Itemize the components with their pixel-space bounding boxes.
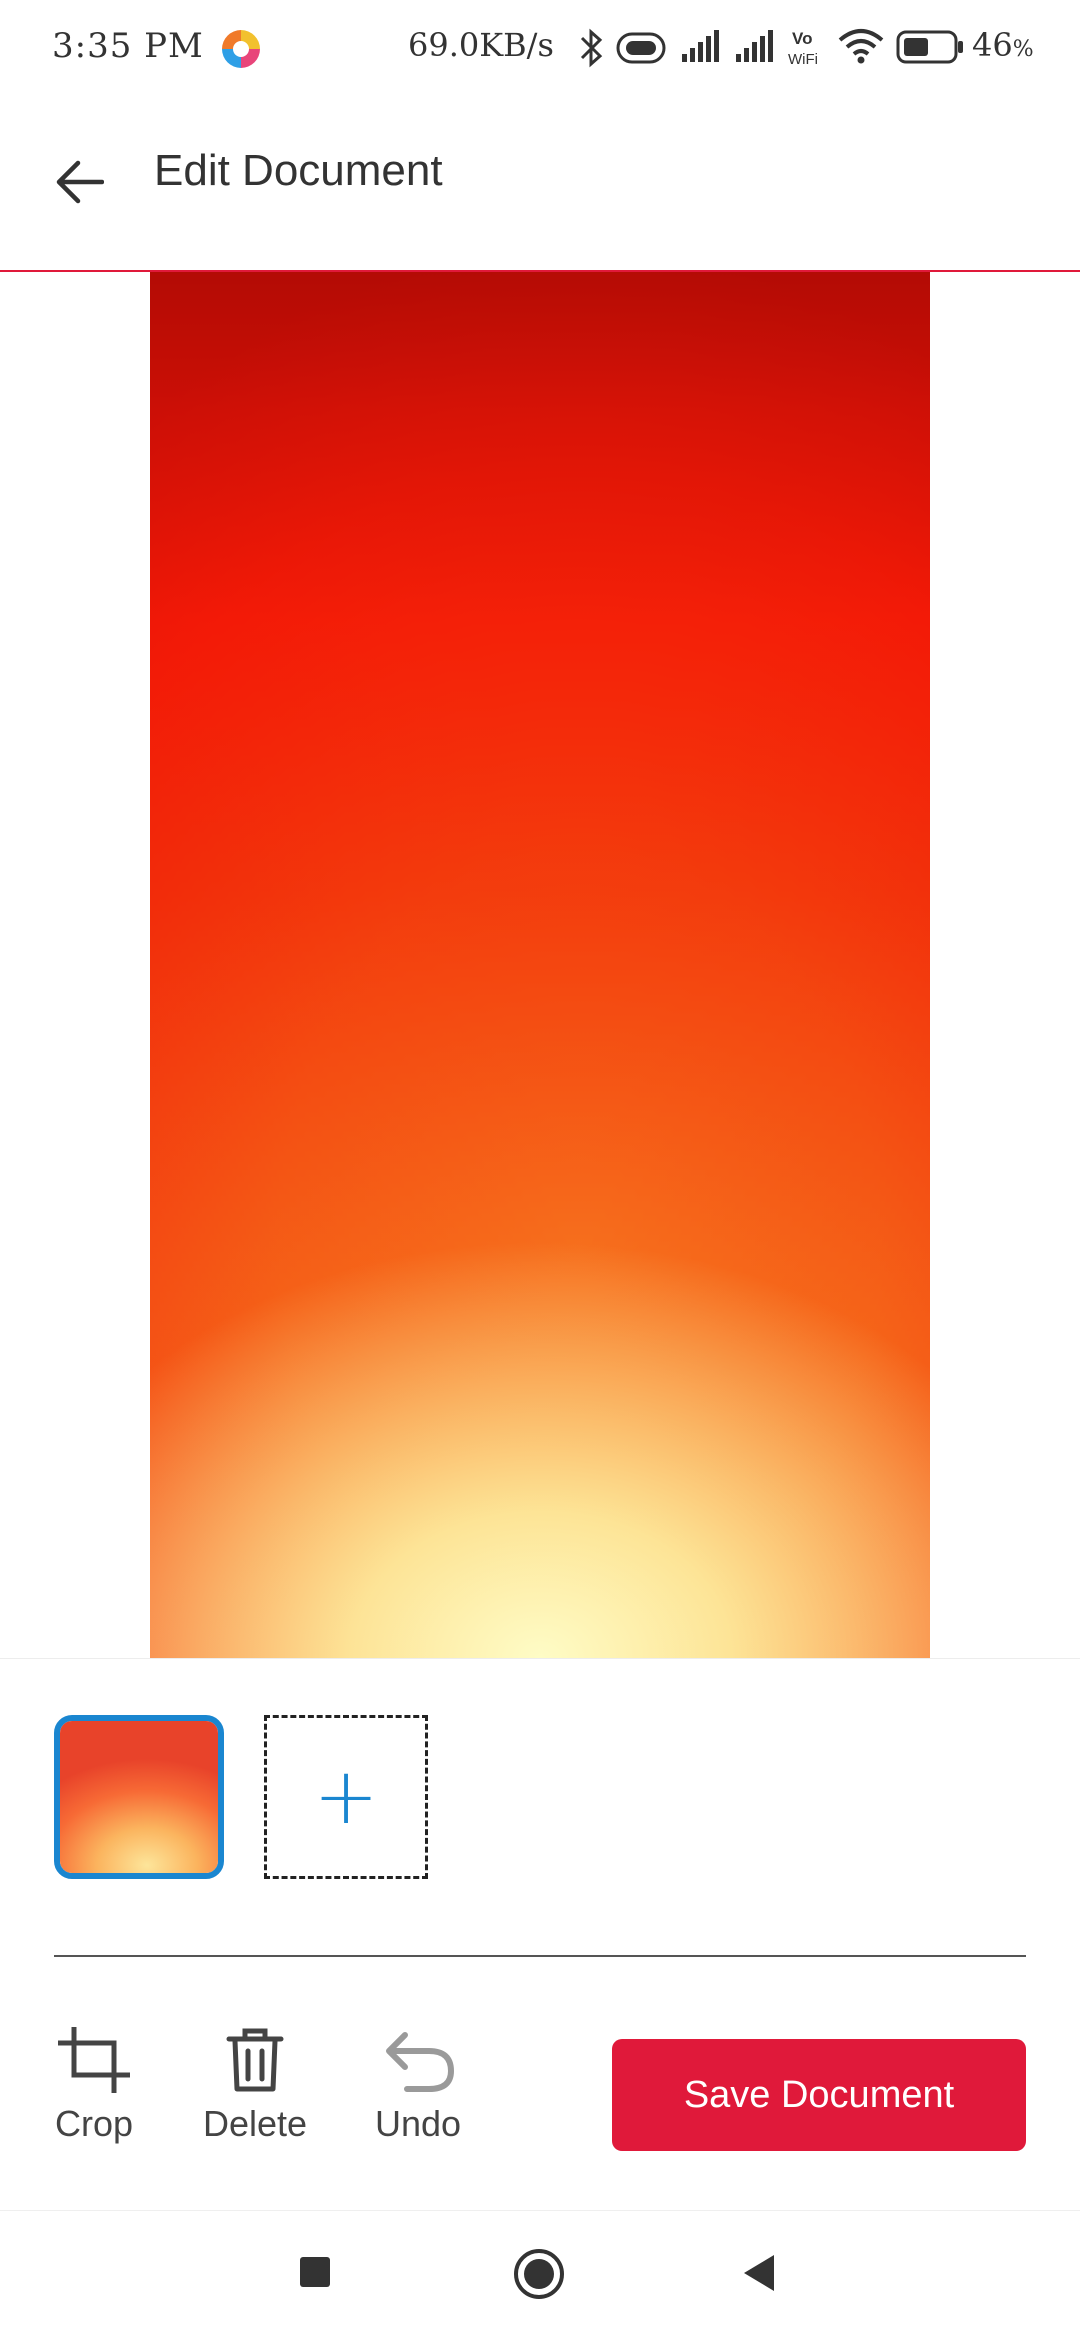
bottom-panel: + Crop Delete Undo Save Document bbox=[0, 1658, 1080, 2210]
crop-button[interactable]: Crop bbox=[54, 2027, 134, 2145]
wifi-icon bbox=[838, 29, 884, 64]
status-time: 3:35 PM bbox=[52, 26, 204, 66]
arrow-left-icon bbox=[56, 160, 104, 204]
delete-label: Delete bbox=[202, 2103, 308, 2144]
bluetooth-icon bbox=[580, 28, 603, 68]
add-page-button[interactable]: + bbox=[264, 1715, 428, 1879]
divider bbox=[54, 1955, 1026, 1957]
vowifi-icon: Vo WiFi bbox=[788, 29, 818, 68]
back-button[interactable] bbox=[44, 142, 114, 222]
home-circle-icon[interactable] bbox=[512, 2247, 566, 2301]
document-page-image[interactable] bbox=[150, 272, 930, 1658]
plus-icon: + bbox=[313, 1752, 379, 1842]
recents-square-icon[interactable] bbox=[298, 2255, 332, 2289]
status-bar: 3:35 PM 69.0KB/s Vo WiFi 46% bbox=[0, 0, 1080, 96]
network-speed: 69.0KB/s bbox=[408, 26, 554, 64]
undo-icon bbox=[386, 2032, 455, 2092]
svg-text:WiFi: WiFi bbox=[788, 51, 818, 68]
undo-button[interactable]: Undo bbox=[372, 2027, 464, 2145]
page-thumbnail-selected[interactable] bbox=[54, 1715, 224, 1879]
document-preview-area bbox=[0, 272, 1080, 1658]
app-header: Edit Document bbox=[0, 96, 1080, 272]
signal-icon bbox=[682, 30, 719, 62]
trash-icon bbox=[226, 2028, 284, 2092]
signal-icon bbox=[736, 30, 773, 62]
page-thumbnail-image bbox=[60, 1721, 218, 1873]
battery-level: 46% bbox=[972, 26, 1034, 64]
page-title: Edit Document bbox=[154, 146, 443, 195]
save-document-button[interactable]: Save Document bbox=[612, 2039, 1026, 2151]
crop-label: Crop bbox=[54, 2103, 134, 2144]
crop-icon bbox=[58, 2027, 130, 2093]
system-nav-bar bbox=[0, 2210, 1080, 2340]
battery-icon bbox=[896, 30, 963, 64]
svg-text:Vo: Vo bbox=[792, 29, 812, 48]
toggle-icon bbox=[616, 32, 666, 64]
back-triangle-icon[interactable] bbox=[740, 2253, 778, 2293]
app-notification-icon bbox=[222, 30, 260, 68]
undo-label: Undo bbox=[374, 2103, 462, 2144]
delete-button[interactable]: Delete bbox=[196, 2027, 314, 2145]
